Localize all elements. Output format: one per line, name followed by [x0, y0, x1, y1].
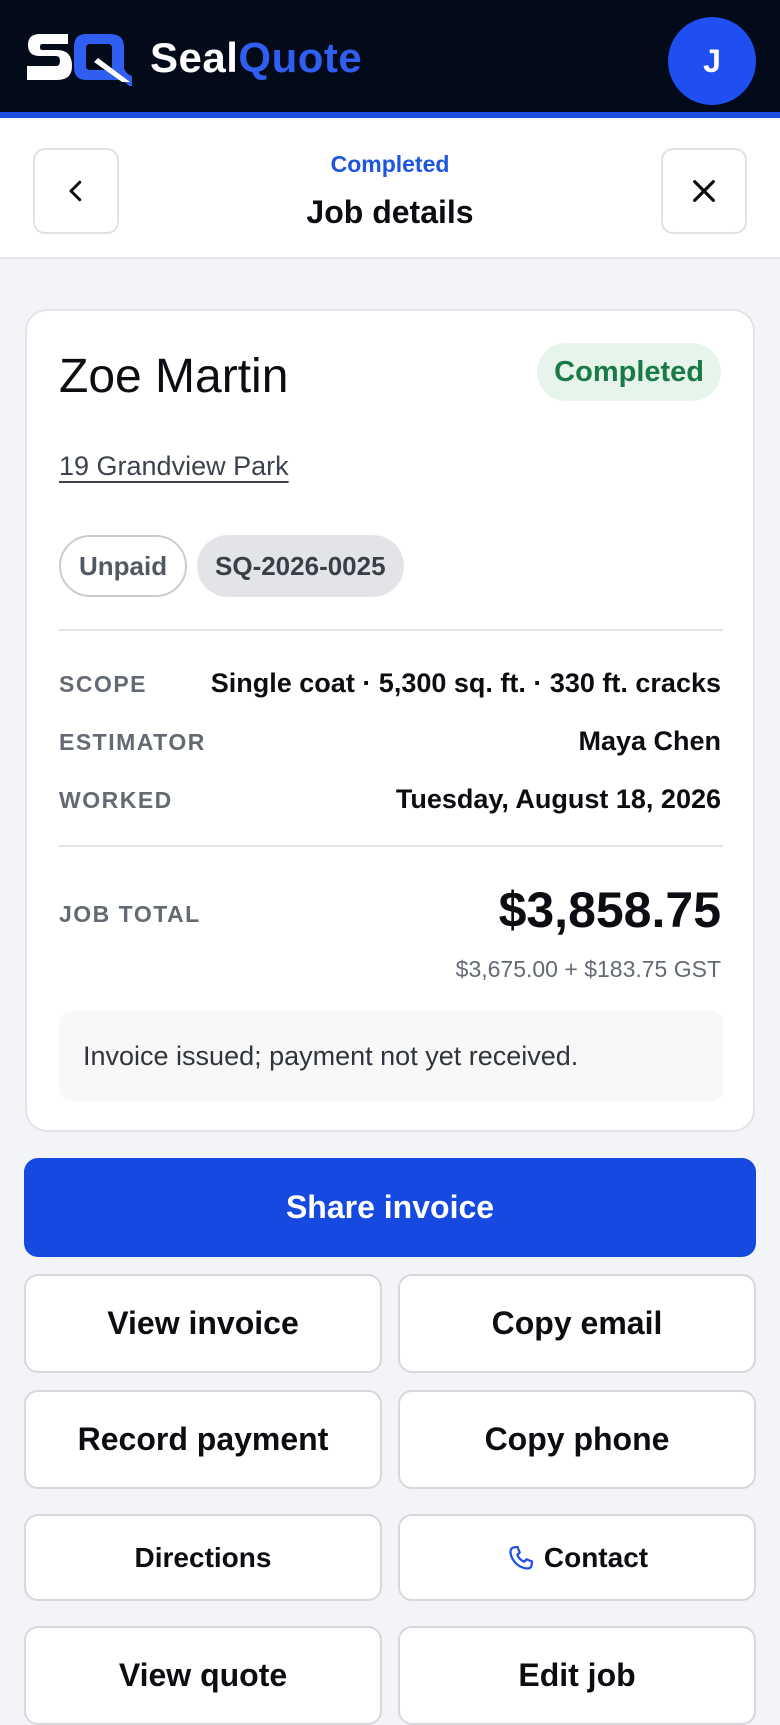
divider	[59, 629, 723, 631]
estimator-value: Maya Chen	[578, 726, 721, 756]
contact-button-label: Contact	[543, 1541, 649, 1573]
worked-value: Tuesday, August 18, 2026	[395, 784, 721, 814]
job-total-label: JOB TOTAL	[59, 901, 201, 927]
sealquote-logo[interactable]: SealQuote	[24, 30, 362, 86]
job-summary-card: Zoe Martin Completed 19 Grandview Park U…	[25, 309, 755, 1132]
job-total-value: $3,858.75	[498, 882, 721, 938]
scope-value: Single coat · 5,300 sq. ft. · 330 ft. cr…	[210, 668, 721, 698]
scope-label: SCOPE	[59, 671, 148, 697]
app-header: SealQuote J	[0, 0, 780, 118]
copy-phone-button[interactable]: Copy phone	[398, 1390, 756, 1489]
invoice-note-text: Invoice issued; payment not yet received…	[83, 1040, 579, 1071]
directions-button[interactable]: Directions	[24, 1514, 382, 1601]
share-invoice-button[interactable]: Share invoice	[24, 1158, 756, 1257]
estimator-label: ESTIMATOR	[59, 729, 206, 755]
job-reference-chip: SQ-2026-0025	[197, 535, 404, 597]
close-button[interactable]	[661, 148, 747, 234]
brand-name: SealQuote	[150, 34, 363, 81]
job-details-header: Completed Job details	[0, 118, 780, 259]
client-name: Zoe Martin	[59, 350, 289, 403]
contact-button[interactable]: Contact	[398, 1514, 756, 1601]
invoice-note: Invoice issued; payment not yet received…	[59, 1011, 723, 1101]
status-badge: Completed	[537, 343, 721, 401]
close-icon	[693, 180, 715, 202]
sq-logo-mark	[27, 34, 132, 86]
job-address-link[interactable]: 19 Grandview Park	[59, 451, 289, 482]
view-quote-button[interactable]: View quote	[24, 1626, 382, 1725]
copy-email-button[interactable]: Copy email	[398, 1274, 756, 1373]
record-payment-button[interactable]: Record payment	[24, 1390, 382, 1489]
payment-status-chip: Unpaid	[59, 535, 188, 597]
edit-job-button[interactable]: Edit job	[398, 1626, 756, 1725]
phone-icon	[509, 1545, 533, 1570]
divider	[59, 845, 723, 847]
worked-label: WORKED	[59, 787, 173, 813]
view-invoice-button[interactable]: View invoice	[24, 1274, 382, 1373]
user-avatar[interactable]: J	[668, 17, 756, 105]
job-total-breakdown: $3,675.00 + $183.75 GST	[455, 956, 721, 982]
